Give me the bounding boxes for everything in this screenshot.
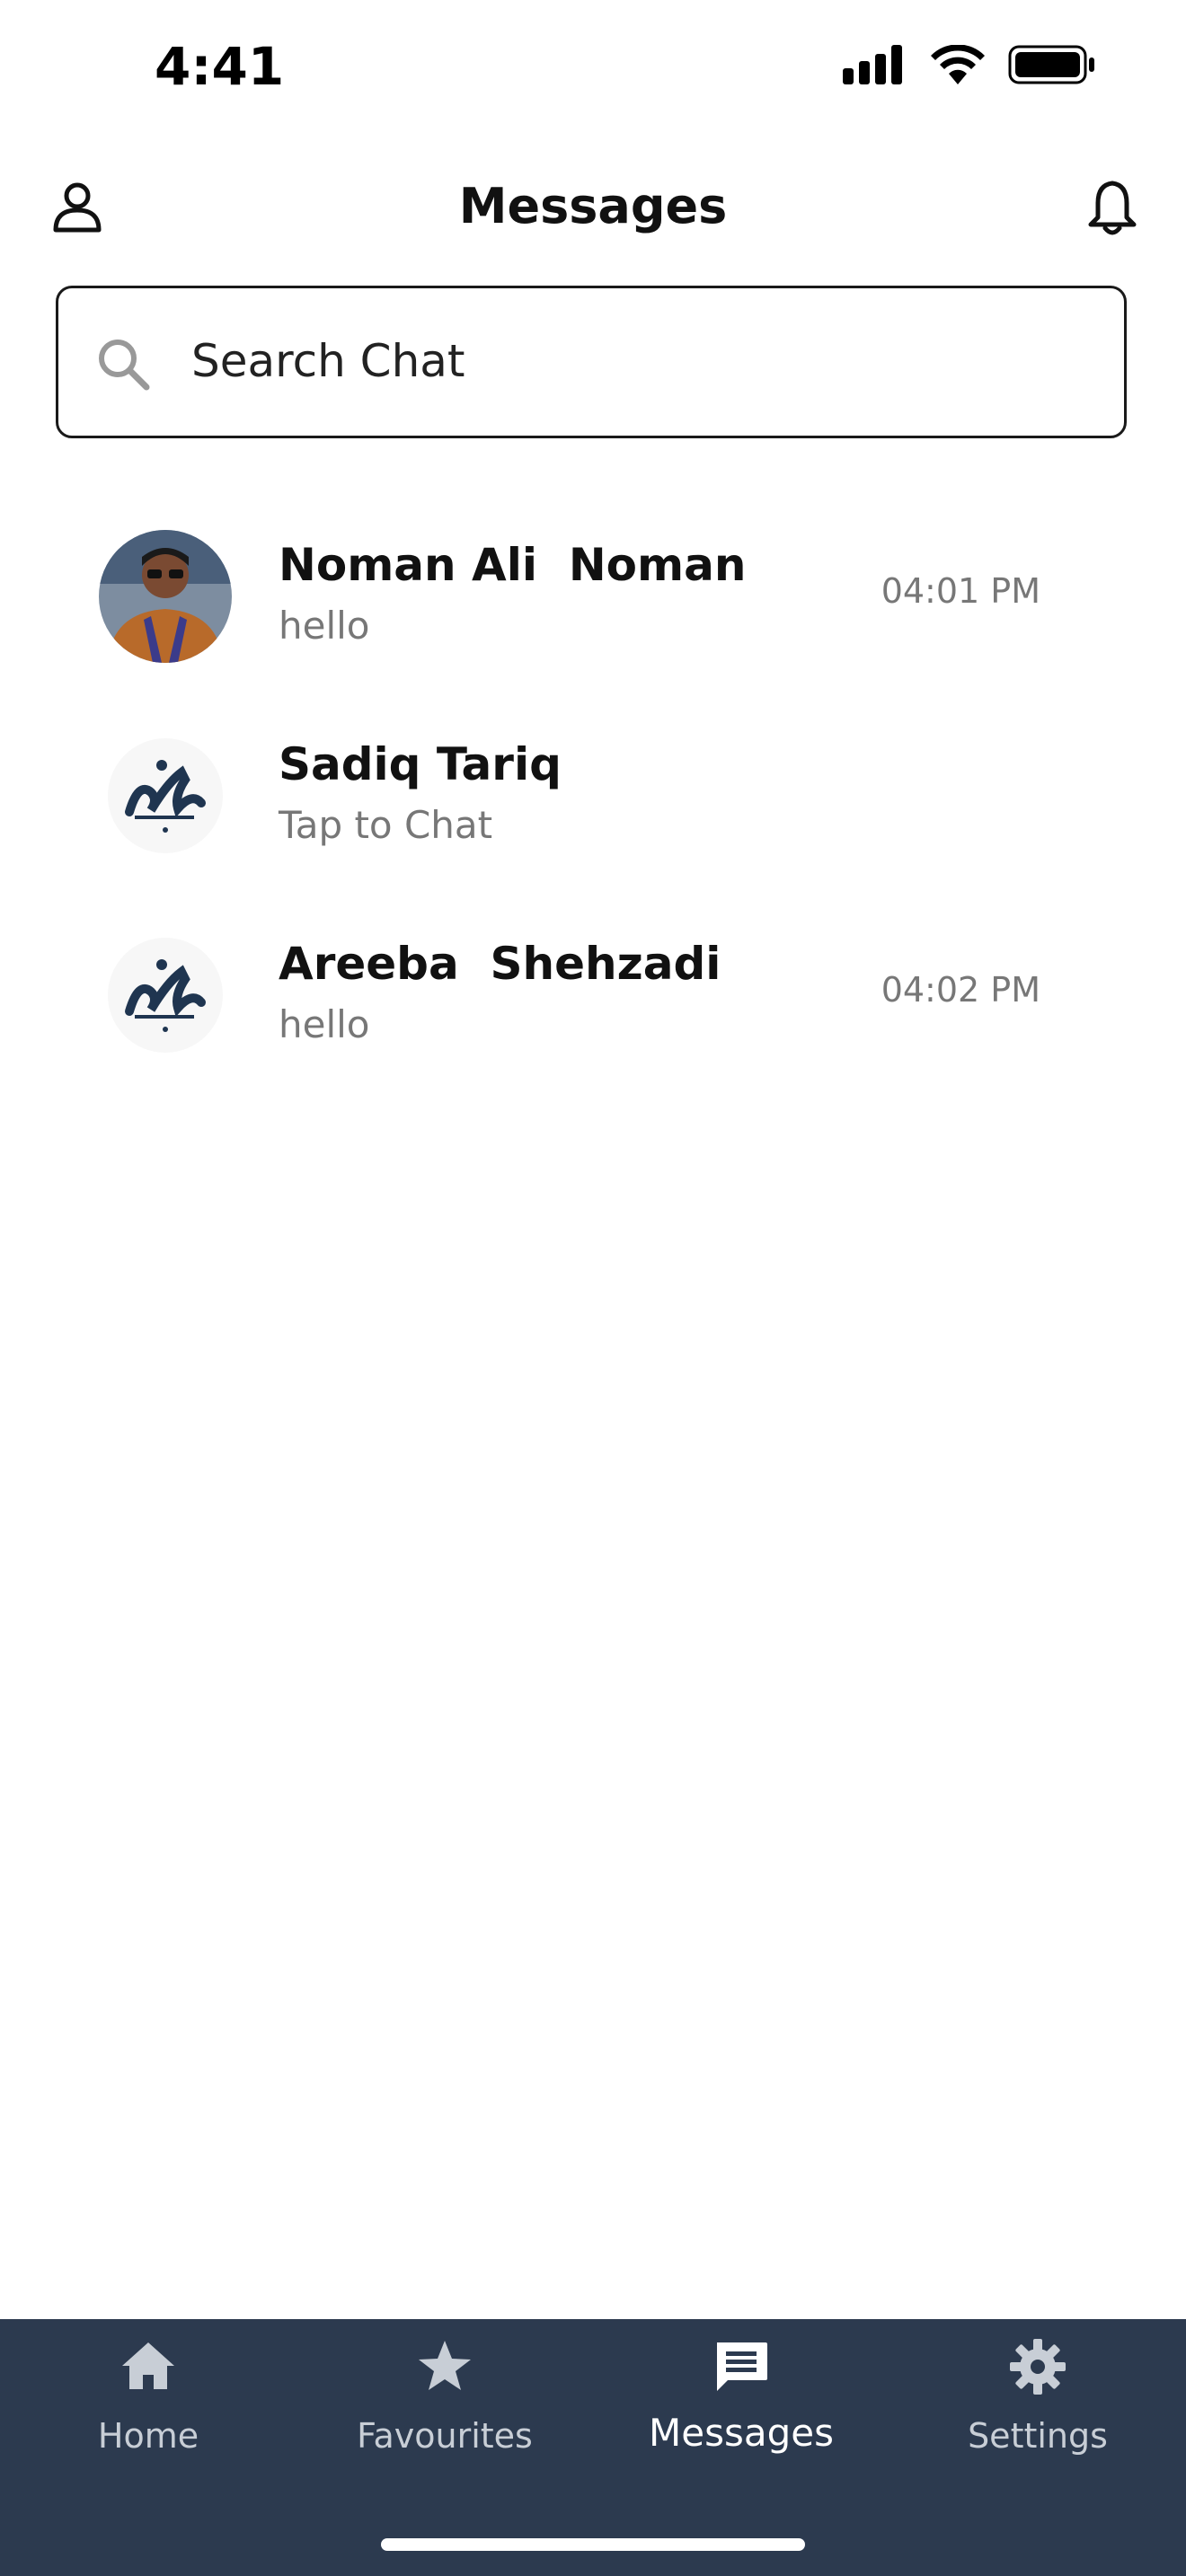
message-icon <box>717 2342 767 2391</box>
status-bar: 4:41 <box>0 0 1186 135</box>
contact-name: Sadiq Tariq <box>279 738 562 790</box>
tab-label: Messages <box>649 2411 834 2455</box>
search-icon <box>99 340 150 391</box>
avatar <box>99 929 232 1062</box>
tab-label: Favourites <box>357 2416 533 2456</box>
tab-label: Settings <box>968 2416 1108 2456</box>
message-preview: Tap to Chat <box>279 803 493 847</box>
page-title: Messages <box>458 178 728 234</box>
header: Messages <box>0 162 1186 260</box>
search-placeholder: Search Chat <box>191 335 465 387</box>
tab-label: Home <box>97 2416 199 2456</box>
home-indicator[interactable] <box>381 2538 805 2551</box>
search-input[interactable]: Search Chat <box>56 286 1127 438</box>
chat-item[interactable]: Noman Ali Noman hello 04:01 PM <box>0 503 1186 702</box>
chat-item[interactable]: Sadiq Tariq Tap to Chat <box>0 702 1186 902</box>
star-icon <box>419 2341 471 2390</box>
status-icons <box>843 45 1096 84</box>
avatar <box>99 729 232 862</box>
calligraphy-logo-avatar <box>99 729 232 862</box>
message-time: 04:02 PM <box>881 970 1040 1010</box>
contact-name: Areeba Shehzadi <box>279 938 721 990</box>
message-time: 04:01 PM <box>881 571 1040 611</box>
avatar <box>99 530 232 663</box>
tab-settings[interactable]: Settings <box>890 2337 1186 2456</box>
status-time: 4:41 <box>155 36 285 97</box>
calligraphy-logo-avatar <box>99 929 232 1062</box>
wifi-icon <box>931 45 985 84</box>
battery-icon <box>1008 45 1094 84</box>
tab-favourites[interactable]: Favourites <box>296 2337 593 2456</box>
contact-name: Noman Ali Noman <box>279 539 747 591</box>
cellular-signal-icon <box>843 45 902 84</box>
chat-item[interactable]: Areeba Shehzadi hello 04:02 PM <box>0 902 1186 1101</box>
notification-bell-icon[interactable] <box>1085 178 1139 237</box>
user-photo-avatar <box>99 530 232 663</box>
tab-messages[interactable]: Messages <box>593 2337 890 2455</box>
message-preview: hello <box>279 1002 370 1046</box>
gear-icon <box>1010 2339 1066 2395</box>
message-preview: hello <box>279 604 370 648</box>
chat-list: Noman Ali Noman hello 04:01 PM Sadiq Tar… <box>0 503 1186 1101</box>
home-icon <box>122 2342 174 2389</box>
tab-home[interactable]: Home <box>0 2337 296 2456</box>
